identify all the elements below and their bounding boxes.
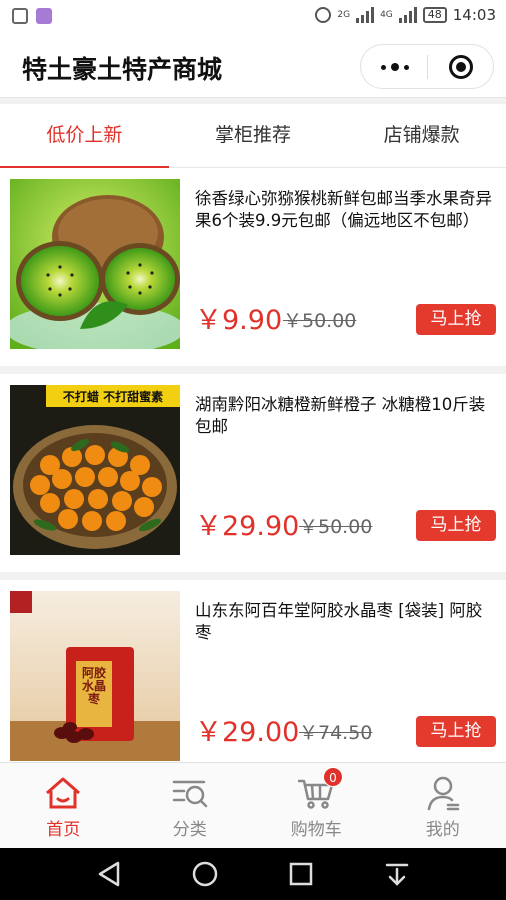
capsule-divider <box>427 55 428 79</box>
gallery-notification-icon <box>36 8 52 24</box>
back-icon[interactable] <box>96 860 124 888</box>
network-4g-label: 4G <box>380 9 393 20</box>
original-price: ￥74.50 <box>299 722 373 744</box>
title-bar: 特土豪土特产商城 <box>0 34 506 98</box>
buy-now-button[interactable]: 马上抢 <box>416 510 496 541</box>
tabbar-item-category[interactable]: 分类 <box>127 763 254 848</box>
product-list: 徐香绿心弥猕猴桃新鲜包邮当季水果奇异果6个装9.9元包邮（偏远地区不包邮） ￥9… <box>0 168 506 762</box>
close-miniprogram-icon[interactable] <box>449 55 473 79</box>
signal-icon-2 <box>398 7 417 23</box>
notification-icon <box>12 8 28 24</box>
jujube-bag-photo[interactable]: 阿胶水晶枣 <box>10 591 180 761</box>
tabbar-item-cart[interactable]: 0 购物车 <box>253 763 380 848</box>
buy-now-button[interactable]: 马上抢 <box>416 716 496 747</box>
tabbar-label-cart: 购物车 <box>290 820 342 840</box>
package-label: 阿胶水晶枣 <box>81 666 106 706</box>
category-tabs: 低价上新 掌柜推荐 店铺爆款 <box>0 104 506 168</box>
product-name[interactable]: 徐香绿心弥猕猴桃新鲜包邮当季水果奇异果6个装9.9元包邮（偏远地区不包邮） <box>195 188 492 232</box>
tab-new-low-price[interactable]: 低价上新 <box>0 104 169 168</box>
product-image-banner: 不打蜡 不打甜蜜素 <box>62 390 164 404</box>
product-price: ￥29.90 <box>195 511 300 542</box>
kiwi-fruit-photo[interactable] <box>10 179 180 349</box>
home-button-icon[interactable] <box>191 860 219 888</box>
system-navigation-bar <box>0 848 506 900</box>
clock: 14:03 <box>452 6 496 24</box>
product-item[interactable]: 徐香绿心弥猕猴桃新鲜包邮当季水果奇异果6个装9.9元包邮（偏远地区不包邮） ￥9… <box>0 168 506 374</box>
more-menu-icon[interactable] <box>381 58 411 76</box>
status-bar: 2G 4G 48 14:03 <box>0 0 506 34</box>
product-price: ￥9.90 <box>195 305 283 336</box>
tabbar-item-home[interactable]: 首页 <box>0 763 127 848</box>
tabbar-label-home: 首页 <box>46 820 81 840</box>
page-title: 特土豪土特产商城 <box>22 55 223 84</box>
home-icon <box>46 777 81 809</box>
original-price: ￥50.00 <box>299 516 373 538</box>
bottom-tab-bar: 首页 分类 0 购物车 我的 <box>0 762 506 848</box>
tab-shopkeeper-recommend[interactable]: 掌柜推荐 <box>169 104 338 167</box>
product-item[interactable]: 不打蜡 不打甜蜜素 湖南黔阳冰糖橙新鲜橙子 冰糖橙10斤装包邮 ￥29.90 ￥… <box>0 374 506 580</box>
signal-icon <box>356 7 375 23</box>
category-icon <box>172 780 207 808</box>
tabbar-item-profile[interactable]: 我的 <box>380 763 506 848</box>
tabbar-label-profile: 我的 <box>425 820 460 840</box>
product-name[interactable]: 湖南黔阳冰糖橙新鲜橙子 冰糖橙10斤装包邮 <box>195 394 492 438</box>
orange-basket-photo[interactable]: 不打蜡 不打甜蜜素 <box>10 385 180 555</box>
miniprogram-capsule <box>360 44 494 89</box>
product-item[interactable]: 阿胶水晶枣 山东东阿百年堂阿胶水晶枣 [袋装] 阿胶枣 ￥29.00 ￥74.5… <box>0 580 506 762</box>
notification-shade-icon[interactable] <box>383 860 411 888</box>
battery-indicator: 48 <box>422 7 447 23</box>
product-name[interactable]: 山东东阿百年堂阿胶水晶枣 [袋装] 阿胶枣 <box>195 600 492 644</box>
profile-icon <box>427 776 459 811</box>
product-price: ￥29.00 <box>195 717 300 748</box>
buy-now-button[interactable]: 马上抢 <box>416 304 496 335</box>
alarm-icon <box>315 7 332 23</box>
tab-shop-bestsellers[interactable]: 店铺爆款 <box>337 104 506 167</box>
recent-apps-icon[interactable] <box>287 860 315 888</box>
original-price: ￥50.00 <box>283 310 357 332</box>
cart-badge: 0 <box>323 767 343 787</box>
tabbar-label-category: 分类 <box>172 820 207 840</box>
network-2g-label: 2G <box>337 9 351 20</box>
